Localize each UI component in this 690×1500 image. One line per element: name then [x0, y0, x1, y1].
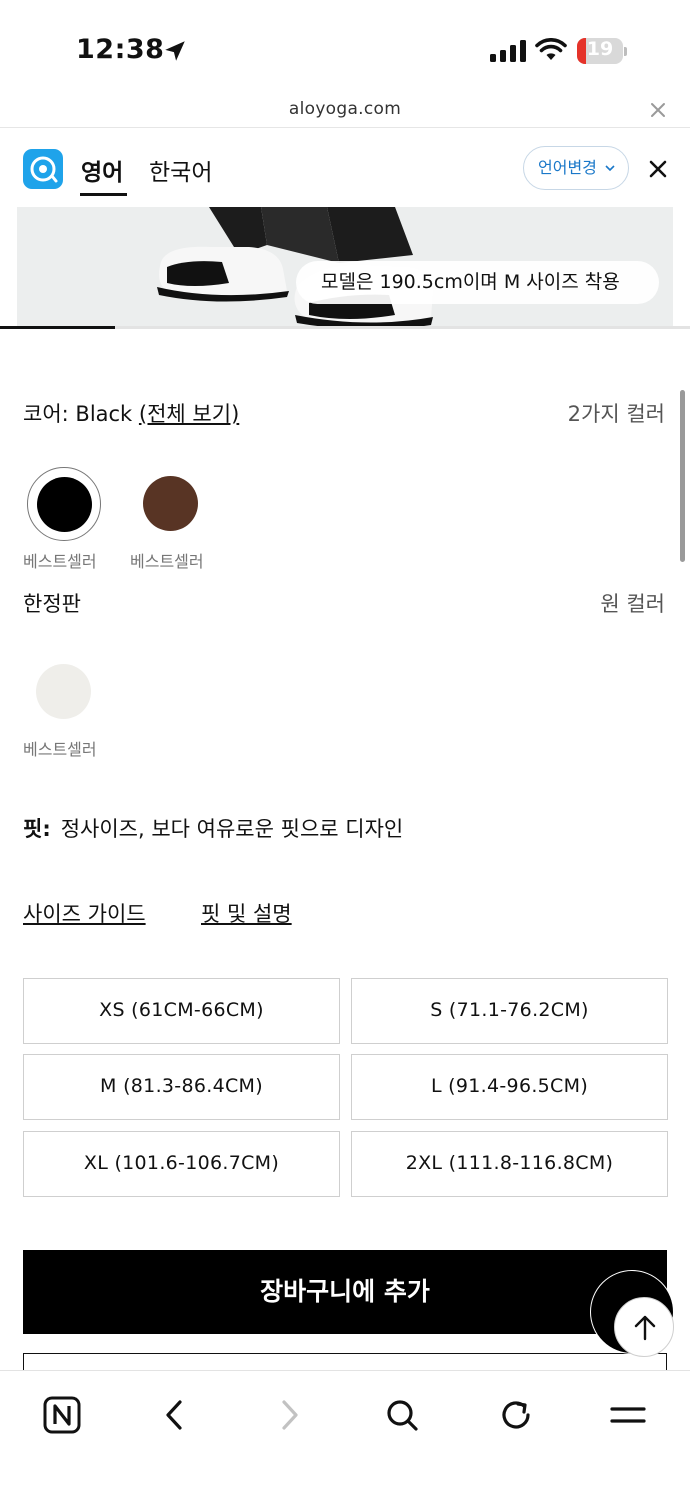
swatch-caption: 베스트셀러 [23, 740, 97, 759]
naver-n-icon[interactable] [40, 1393, 84, 1437]
arrow-up-icon [634, 1315, 656, 1341]
limited-color-count: 원 컬러 [600, 592, 665, 616]
signal-bars-icon [490, 40, 526, 62]
carousel-indicator [0, 326, 115, 329]
size-option-s[interactable]: S (71.1-76.2CM) [351, 978, 668, 1044]
core-color-label: 코어: Black (전체 보기) [23, 398, 239, 428]
fit-text: 정사이즈, 보다 여유로운 핏으로 디자인 [60, 817, 404, 841]
core-color-count: 2가지 컬러 [567, 402, 665, 426]
fit-label: 핏: [23, 817, 51, 841]
swatch-fill [36, 664, 91, 719]
swatch-caption: 베스트셀러 [23, 552, 97, 571]
scroll-to-top-button[interactable] [614, 1297, 674, 1357]
size-option-xs[interactable]: XS (61CM-66CM) [23, 978, 340, 1044]
chevron-down-icon [605, 165, 615, 172]
fit-details-link[interactable]: 핏 및 설명 [201, 898, 292, 928]
url-bar[interactable]: aloyoga.com [0, 96, 690, 128]
status-bar: 12:38 19 [0, 0, 690, 96]
size-option-xl[interactable]: XL (101.6-106.7CM) [23, 1131, 340, 1197]
add-to-cart-button[interactable]: 장바구니에 추가 [23, 1250, 667, 1334]
selected-color-name: Black [75, 402, 133, 426]
fit-description: 핏: 정사이즈, 보다 여유로운 핏으로 디자인 [23, 813, 403, 843]
size-option-2xl[interactable]: 2XL (111.8-116.8CM) [351, 1131, 668, 1197]
swatch-fill [143, 476, 198, 531]
tab-target-language[interactable]: 한국어 [149, 153, 212, 187]
close-translate-icon[interactable] [646, 157, 670, 181]
search-icon[interactable] [380, 1393, 424, 1437]
close-icon[interactable] [648, 100, 668, 120]
swatch-caption: 베스트셀러 [130, 552, 204, 571]
active-tab-underline [80, 193, 127, 196]
change-language-button[interactable]: 언어변경 [523, 146, 629, 190]
core-prefix: 코어: [23, 402, 69, 426]
forward-arrow-icon[interactable] [267, 1393, 311, 1437]
translate-bar: 영어 한국어 언어변경 [0, 129, 690, 207]
battery-level: 19 [586, 38, 614, 60]
swatch-brown[interactable] [134, 467, 208, 541]
wifi-icon [535, 38, 567, 60]
view-all-link[interactable]: (전체 보기) [139, 402, 239, 426]
model-size-caption: 모델은 190.5cm이며 M 사이즈 착용 [296, 261, 659, 304]
battery-icon: 19 [577, 38, 627, 64]
swatch-ivory[interactable] [27, 655, 101, 729]
papago-logo-icon [23, 149, 63, 189]
size-option-l[interactable]: L (91.4-96.5CM) [351, 1054, 668, 1120]
tab-source-language[interactable]: 영어 [81, 153, 123, 187]
status-time: 12:38 [76, 34, 165, 65]
location-arrow-icon [165, 41, 185, 61]
swatch-fill [37, 477, 92, 532]
refresh-icon[interactable] [494, 1393, 538, 1437]
size-option-m[interactable]: M (81.3-86.4CM) [23, 1054, 340, 1120]
change-language-label: 언어변경 [538, 158, 597, 177]
back-arrow-icon[interactable] [153, 1393, 197, 1437]
limited-edition-label: 한정판 [23, 592, 81, 616]
swatch-black[interactable] [27, 467, 101, 541]
browser-toolbar [0, 1370, 690, 1500]
size-guide-link[interactable]: 사이즈 가이드 [23, 898, 146, 928]
scrollbar[interactable] [680, 390, 685, 562]
menu-icon[interactable] [606, 1393, 650, 1437]
url-text[interactable]: aloyoga.com [0, 99, 690, 119]
